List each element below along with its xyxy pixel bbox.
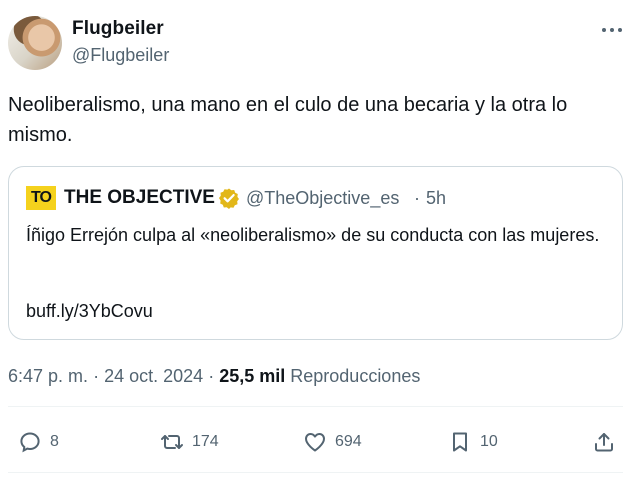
quote-author-handle[interactable]: @TheObjective_es [246, 188, 399, 209]
views-count: 25,5 mil [219, 366, 286, 386]
repost-button[interactable]: 174 [160, 428, 219, 456]
quote-text: Íñigo Errejón culpa al «neoliberalismo» … [26, 225, 600, 245]
reply-button[interactable]: 8 [18, 428, 59, 456]
meta-separator: · [208, 366, 215, 386]
quote-author-name[interactable]: THE OBJECTIVE [64, 187, 215, 209]
bookmark-button[interactable]: 10 [448, 428, 498, 456]
reply-count: 8 [50, 433, 59, 450]
views-label: Reproducciones [290, 366, 421, 386]
repost-icon [161, 435, 183, 449]
verified-badge-icon [219, 188, 239, 209]
tweet-text: Neoliberalismo, una mano en el culo de u… [8, 94, 568, 146]
author-handle[interactable]: @Flugbeiler [72, 45, 169, 66]
avatar[interactable] [8, 16, 62, 70]
repost-count: 174 [192, 433, 219, 450]
author-name[interactable]: Flugbeiler [72, 18, 164, 40]
tweet-date[interactable]: 24 oct. 2024 [104, 366, 203, 386]
share-button[interactable] [592, 428, 616, 456]
more-horizontal-icon[interactable] [598, 20, 626, 40]
quoted-tweet[interactable]: TO THE OBJECTIVE @TheObjective_es · 5h Í… [8, 166, 623, 340]
bookmark-count: 10 [480, 433, 498, 450]
more-dots-glyph [602, 28, 622, 32]
like-count: 694 [335, 433, 362, 450]
quote-link[interactable]: buff.ly/3YbCovu [26, 301, 153, 322]
meta-separator: · [93, 366, 100, 386]
divider [8, 472, 623, 473]
quote-timestamp[interactable]: 5h [426, 188, 446, 209]
quote-logo[interactable]: TO [26, 186, 56, 210]
divider [8, 406, 623, 407]
bookmark-icon [453, 432, 467, 452]
share-icon [595, 433, 613, 452]
like-button[interactable]: 694 [303, 428, 362, 456]
tweet-time[interactable]: 6:47 p. m. [8, 366, 88, 386]
quote-separator: · [414, 188, 420, 208]
reply-icon [20, 432, 40, 453]
heart-icon [305, 433, 325, 452]
tweet-meta: 6:47 p. m. · 24 oct. 2024 · 25,5 mil Rep… [8, 366, 420, 387]
